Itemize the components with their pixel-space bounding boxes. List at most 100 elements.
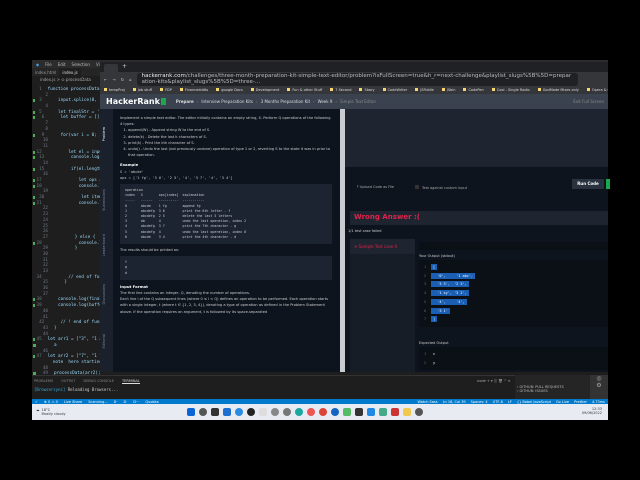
menu-selection[interactable]: Selection bbox=[72, 62, 90, 67]
task-view-icon[interactable] bbox=[211, 408, 219, 416]
tab-index-js[interactable]: index.js bbox=[59, 68, 81, 76]
bookmark[interactable]: Job stuff bbox=[133, 88, 152, 92]
status-prettier[interactable]: Prettier bbox=[574, 400, 587, 404]
status-indent[interactable]: Spaces: 4 bbox=[471, 400, 488, 404]
tab-editorial[interactable]: Editorial bbox=[102, 334, 106, 348]
output-line-text: '1 xy', '3 2', bbox=[431, 290, 469, 297]
status-remote[interactable]: ✓ bbox=[35, 400, 38, 404]
gear-icon[interactable]: ⚙ bbox=[590, 382, 608, 389]
app-icon[interactable] bbox=[331, 408, 339, 416]
crumb-prepare[interactable]: Prepare bbox=[176, 99, 194, 104]
bookmark[interactable]: CodePen bbox=[463, 88, 483, 92]
panel-tab-debug-console[interactable]: DEBUG CONSOLE bbox=[83, 379, 114, 384]
clock[interactable]: 12:33 09/06/2022 bbox=[582, 407, 602, 415]
bookmark[interactable]: 7 Second bbox=[330, 88, 351, 92]
testcase-item[interactable]: ✕ Sample Test case 0 bbox=[350, 239, 415, 254]
terminal-shell-select[interactable]: node + ▾ ◫ 🗑 ^ ✕ bbox=[477, 379, 511, 383]
status-cursor[interactable]: Ln 18, Col 39 bbox=[443, 400, 466, 404]
firefox-icon[interactable] bbox=[307, 408, 315, 416]
breadcrumb[interactable]: index.js > ⊙ processData bbox=[40, 77, 91, 82]
crumb-week-9[interactable]: Week 9 bbox=[318, 99, 333, 104]
bookmark[interactable]: JSbin bbox=[442, 88, 456, 92]
status-quokka[interactable]: Quokka bbox=[145, 400, 158, 404]
status-watch-sass[interactable]: Watch Sass bbox=[418, 400, 438, 404]
your-output-box[interactable]: 1[2 '0', '1 abc', 3 '3 3', '2 3', 4 '1 xy'… bbox=[419, 260, 608, 327]
code-input-area[interactable] bbox=[345, 109, 608, 167]
status-problems[interactable]: ⊗ 0 ⚠ 0 bbox=[44, 400, 58, 404]
crumb-3-months[interactable]: 3 Months Preparation Kit bbox=[261, 99, 310, 104]
taskbar: ☁ 18°C Mostly cloudy 12:33 09/06/2022 bbox=[32, 404, 608, 420]
bookmark[interactable]: FDP bbox=[160, 88, 172, 92]
url-input[interactable]: hackerrank.com/challenges/three-month-pr… bbox=[136, 72, 578, 86]
forward-icon[interactable]: → bbox=[112, 77, 115, 82]
status-go-live[interactable]: Go Live bbox=[556, 400, 569, 404]
tab-problem[interactable]: Problem bbox=[102, 127, 106, 141]
tab-index-html[interactable]: index.html bbox=[32, 68, 59, 76]
bookmark[interactable]: Financedditts bbox=[180, 88, 208, 92]
edge-icon[interactable] bbox=[295, 408, 303, 416]
bookmark[interactable]: Sbary bbox=[359, 88, 374, 92]
bookmark[interactable]: JSFiddle bbox=[415, 88, 434, 92]
hackerrank-logo[interactable]: HackerRank bbox=[106, 97, 166, 106]
panel-tab-output[interactable]: OUTPUT bbox=[61, 379, 75, 384]
bookmark[interactable]: Cool - Single Radio bbox=[492, 88, 530, 92]
tab-submissions[interactable]: Submissions bbox=[102, 189, 106, 211]
output-line-number: 2 bbox=[423, 273, 427, 278]
tab-leaderboard[interactable]: Leaderboard bbox=[102, 234, 106, 256]
bookmark[interactable]: tempProj bbox=[104, 88, 125, 92]
app-icon[interactable] bbox=[247, 408, 255, 416]
panel-tab-terminal[interactable]: TERMINAL bbox=[122, 379, 140, 384]
output-line-number: 1 bbox=[423, 265, 427, 269]
back-icon[interactable]: ← bbox=[104, 77, 107, 82]
bookmark[interactable]: Opera & strong vo... bbox=[587, 88, 608, 92]
new-tab-button[interactable]: + bbox=[122, 63, 127, 70]
bookmark[interactable]: Development bbox=[251, 88, 280, 92]
app-icon[interactable] bbox=[235, 408, 243, 416]
menu-file[interactable]: File bbox=[45, 62, 52, 67]
status-eol[interactable]: LF bbox=[508, 400, 512, 404]
status-d3[interactable]: D··· bbox=[133, 400, 139, 404]
github-issues[interactable]: › GITHUB: ISSUES bbox=[517, 389, 588, 393]
tab-discussions[interactable]: Discussions bbox=[102, 284, 106, 304]
home-icon[interactable]: ⌂ bbox=[129, 77, 132, 82]
folder-icon[interactable] bbox=[403, 408, 411, 416]
app-icon[interactable] bbox=[379, 408, 387, 416]
weather-widget[interactable]: ☁ 18°C Mostly cloudy bbox=[36, 408, 66, 416]
status-d2[interactable]: D· bbox=[123, 400, 127, 404]
status-live-share[interactable]: Live Share bbox=[64, 400, 82, 404]
bookmark[interactable]: CodeWriter bbox=[383, 88, 408, 92]
status-language[interactable]: {} Babel JavaScript bbox=[517, 400, 551, 404]
expected-output-box[interactable]: 1c2y bbox=[419, 346, 608, 371]
upload-code-button[interactable]: ⤒ Upload Code as File bbox=[357, 185, 394, 189]
bookmark[interactable]: GodMode Mixes only bbox=[538, 88, 579, 92]
app-icon[interactable] bbox=[343, 408, 351, 416]
browser-tab[interactable] bbox=[104, 64, 118, 72]
app-icon[interactable] bbox=[391, 408, 399, 416]
bookmark[interactable]: google Docs bbox=[216, 88, 243, 92]
app-icon[interactable] bbox=[271, 408, 279, 416]
bookmark[interactable]: Fun & other Stuff bbox=[287, 88, 322, 92]
account-icon[interactable]: ◎ bbox=[590, 375, 608, 382]
submit-button[interactable] bbox=[606, 179, 610, 189]
widgets-icon[interactable] bbox=[223, 408, 231, 416]
reload-icon[interactable]: ↻ bbox=[121, 77, 124, 82]
app-icon[interactable] bbox=[415, 408, 423, 416]
custom-input-checkbox[interactable]: Test against custom input bbox=[415, 185, 467, 190]
chrome-icon[interactable] bbox=[319, 408, 327, 416]
terminal-icon[interactable] bbox=[355, 408, 363, 416]
search-icon[interactable] bbox=[199, 408, 207, 416]
output-line: 2y bbox=[419, 359, 608, 368]
menu-edit[interactable]: Edit bbox=[58, 62, 66, 67]
app-icon[interactable] bbox=[259, 408, 267, 416]
app-icon[interactable] bbox=[283, 408, 291, 416]
exit-full-screen-link[interactable]: Exit Full Screen bbox=[573, 99, 604, 104]
start-icon[interactable] bbox=[187, 408, 195, 416]
run-code-button[interactable]: Run Code bbox=[572, 179, 604, 189]
code-editor[interactable]: 1 function processData(2 3 input.splice(0,… bbox=[32, 87, 102, 377]
vscode-icon[interactable] bbox=[367, 408, 375, 416]
status-d1[interactable]: D· bbox=[114, 400, 118, 404]
crumb-interview-kits[interactable]: Interview Preparation Kits bbox=[201, 99, 253, 104]
status-encoding[interactable]: UTF-8 bbox=[493, 400, 503, 404]
terminal[interactable]: [Browsersync] Reloading Browsers... bbox=[34, 387, 118, 392]
panel-tab-problems[interactable]: PROBLEMS bbox=[34, 379, 53, 384]
